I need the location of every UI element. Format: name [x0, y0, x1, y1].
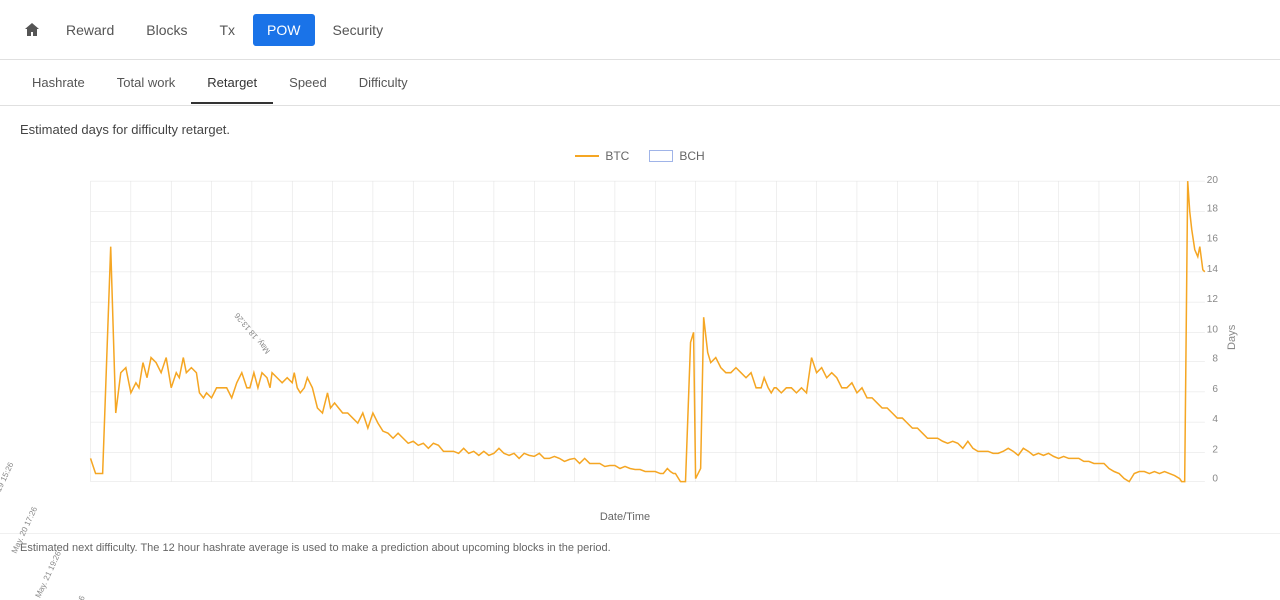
nav-tx[interactable]: Tx — [205, 14, 249, 46]
chart-legend: BTC BCH — [20, 149, 1260, 163]
main-chart: 0 2 4 6 8 10 12 14 16 18 20 Days — [30, 171, 1220, 504]
svg-text:14: 14 — [1207, 264, 1219, 275]
svg-text:10: 10 — [1207, 324, 1219, 335]
bch-legend-label: BCH — [679, 149, 704, 163]
svg-text:May. 22 21:26: May. 22 21:26 — [57, 594, 87, 600]
bch-legend-box — [649, 150, 673, 162]
btc-chart-line — [91, 181, 1205, 482]
nav-reward[interactable]: Reward — [52, 14, 128, 46]
home-icon[interactable] — [16, 14, 48, 46]
svg-text:18: 18 — [1207, 203, 1219, 214]
svg-text:16: 16 — [1207, 234, 1219, 245]
svg-text:Days: Days — [1226, 324, 1238, 350]
btc-legend-label: BTC — [605, 149, 629, 163]
svg-text:0: 0 — [1212, 474, 1218, 485]
subnav-hashrate[interactable]: Hashrate — [16, 63, 101, 104]
subnav-totalwork[interactable]: Total work — [101, 63, 192, 104]
main-content: Estimated days for difficulty retarget. … — [0, 106, 1280, 533]
svg-text:12: 12 — [1207, 294, 1219, 305]
chart-wrapper: 0 2 4 6 8 10 12 14 16 18 20 Days — [30, 171, 1220, 523]
subnav-speed[interactable]: Speed — [273, 63, 343, 104]
svg-text:6: 6 — [1212, 384, 1218, 395]
subnav-difficulty[interactable]: Difficulty — [343, 63, 424, 104]
nav-security[interactable]: Security — [319, 14, 398, 46]
footer-note: Estimated next difficulty. The 12 hour h… — [0, 533, 1280, 562]
nav-blocks[interactable]: Blocks — [132, 14, 201, 46]
chart-title: Estimated days for difficulty retarget. — [20, 122, 1260, 137]
svg-text:May. 18 13:26: May. 18 13:26 — [232, 311, 272, 356]
svg-text:May. 19 15:26: May. 19 15:26 — [0, 460, 16, 510]
svg-text:4: 4 — [1212, 414, 1218, 425]
btc-legend-line — [575, 155, 599, 157]
legend-bch: BCH — [649, 149, 704, 163]
x-axis-label: Date/Time — [30, 511, 1220, 523]
top-navigation: Reward Blocks Tx POW Security — [0, 0, 1280, 60]
sub-navigation: Hashrate Total work Retarget Speed Diffi… — [0, 60, 1280, 106]
nav-pow[interactable]: POW — [253, 14, 314, 46]
subnav-retarget[interactable]: Retarget — [191, 63, 273, 104]
legend-btc: BTC — [575, 149, 629, 163]
svg-text:8: 8 — [1212, 354, 1218, 365]
svg-text:20: 20 — [1207, 175, 1219, 186]
svg-text:2: 2 — [1212, 444, 1218, 455]
